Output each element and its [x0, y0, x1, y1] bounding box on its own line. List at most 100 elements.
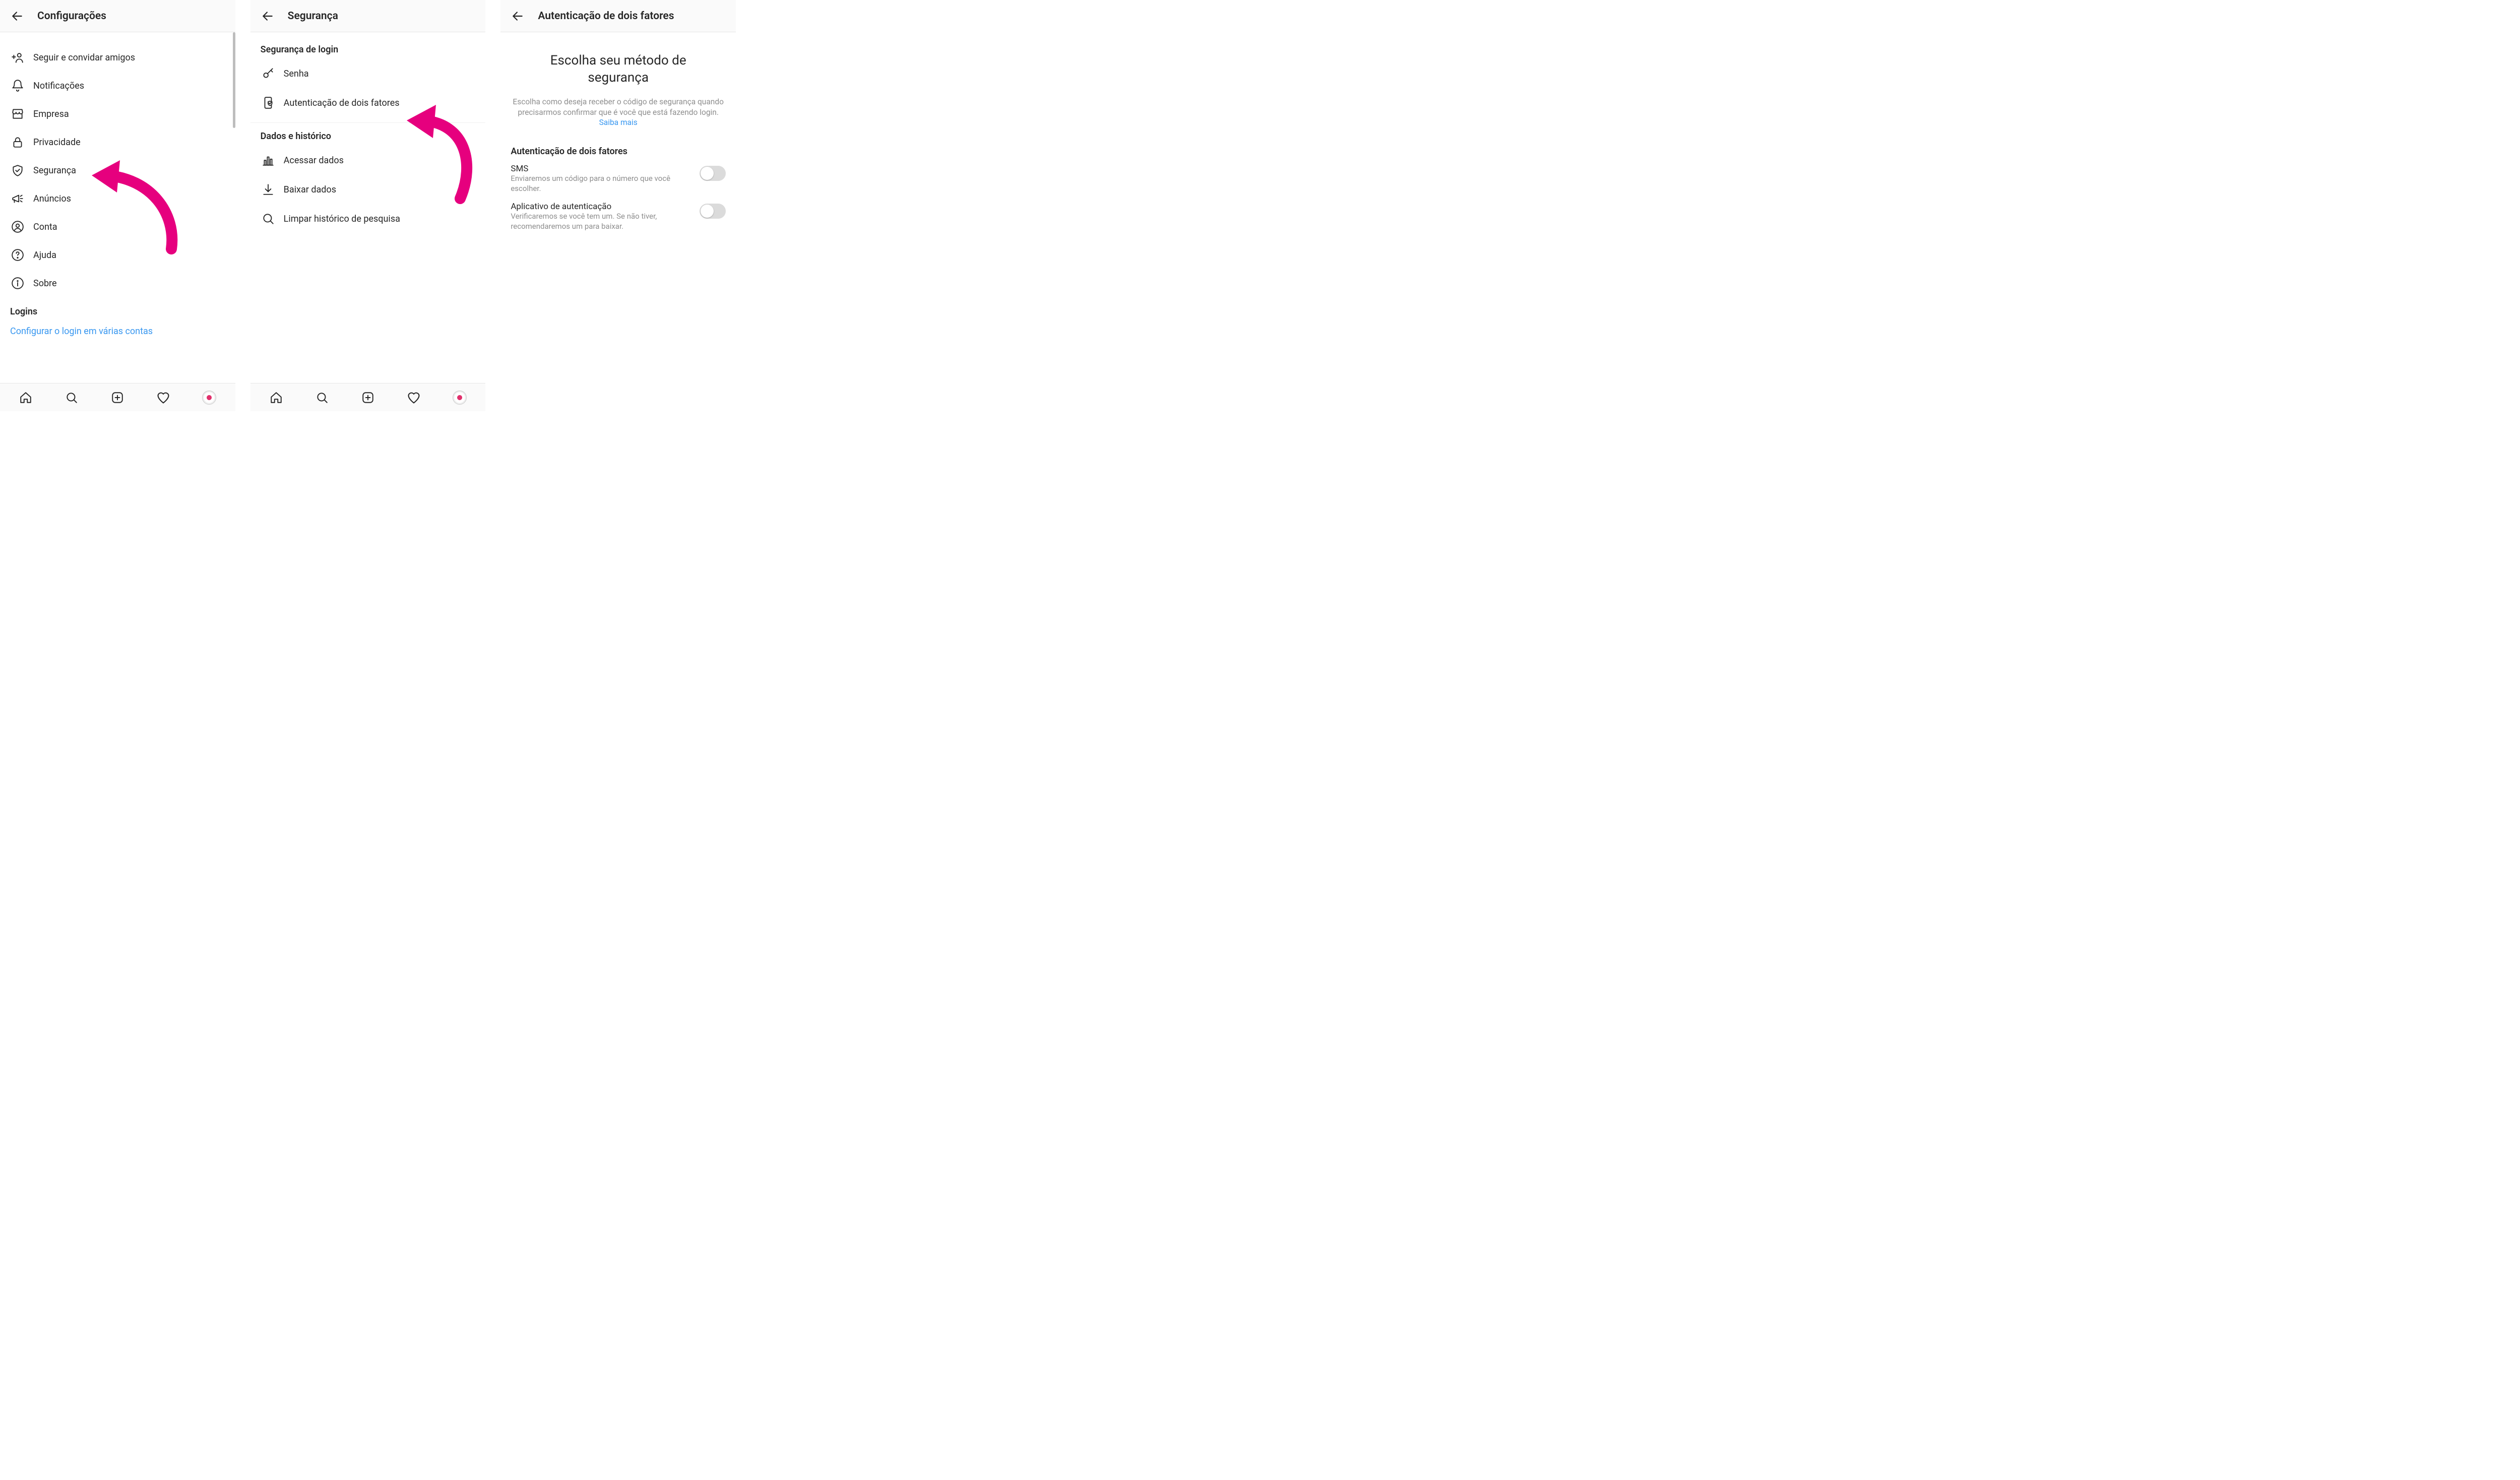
nav-search[interactable] — [312, 388, 332, 408]
arrow-left-icon — [511, 10, 524, 23]
security-item-download-data[interactable]: Baixar dados — [250, 175, 486, 204]
security-item-label: Autenticação de dois fatores — [284, 98, 400, 108]
settings-item-security[interactable]: Segurança — [0, 156, 235, 184]
nav-new-post[interactable] — [107, 388, 128, 408]
app-toggle[interactable] — [700, 204, 726, 219]
settings-item-privacy[interactable]: Privacidade — [0, 128, 235, 156]
bell-icon — [10, 78, 25, 93]
nav-new-post[interactable] — [358, 388, 378, 408]
security-item-two-factor[interactable]: Autenticação de dois fatores — [250, 88, 486, 117]
security-item-label: Limpar histórico de pesquisa — [284, 214, 400, 224]
app-option-sub: Verificaremos se você tem um. Se não tiv… — [511, 212, 700, 231]
hero-line1: Escolha seu método de — [550, 53, 686, 68]
key-icon — [261, 66, 276, 81]
settings-list: Seguir e convidar amigos Notificações Em… — [0, 32, 235, 344]
profile-avatar-icon — [202, 391, 216, 405]
divider — [250, 122, 486, 123]
shield-check-icon — [10, 163, 25, 178]
screen-two-factor: Autenticação de dois fatores Escolha seu… — [500, 0, 736, 411]
settings-item-about[interactable]: Sobre — [0, 269, 235, 297]
sms-option-sub: Enviaremos um código para o número que v… — [511, 174, 700, 194]
help-circle-icon — [10, 247, 25, 263]
page-title: Configurações — [37, 10, 106, 22]
security-item-label: Senha — [284, 69, 309, 79]
multi-account-login-link[interactable]: Configurar o login em várias contas — [0, 319, 235, 344]
content-area: Escolha seu método de segurança Escolha … — [500, 32, 736, 411]
hero-description-text: Escolha como deseja receber o código de … — [513, 97, 724, 117]
megaphone-icon — [10, 191, 25, 206]
settings-item-business[interactable]: Empresa — [0, 100, 235, 128]
settings-item-ads[interactable]: Anúncios — [0, 184, 235, 213]
two-factor-option-sms: SMS Enviaremos um código para o número q… — [500, 161, 736, 197]
app-option-title: Aplicativo de autenticação — [511, 202, 700, 212]
hero-description: Escolha como deseja receber o código de … — [500, 92, 736, 128]
settings-item-follow-invite[interactable]: Seguir e convidar amigos — [0, 43, 235, 72]
settings-item-help[interactable]: Ajuda — [0, 241, 235, 269]
storefront-icon — [10, 106, 25, 121]
nav-profile[interactable] — [450, 388, 470, 408]
lock-icon — [10, 135, 25, 150]
content-area: Segurança de login Senha Autenticação de… — [250, 32, 486, 383]
download-icon — [261, 182, 276, 197]
info-circle-icon — [10, 276, 25, 291]
settings-item-label: Conta — [33, 222, 57, 232]
back-button[interactable] — [257, 5, 279, 27]
hero-heading: Escolha seu método de segurança — [500, 32, 736, 92]
settings-item-label: Sobre — [33, 278, 57, 289]
back-button[interactable] — [6, 5, 28, 27]
sms-option-title: SMS — [511, 164, 700, 174]
nav-search[interactable] — [61, 388, 82, 408]
heart-icon — [156, 391, 170, 405]
search-icon — [65, 391, 78, 404]
topbar: Segurança — [250, 0, 486, 32]
hero-line2: segurança — [588, 70, 649, 85]
add-user-icon — [10, 50, 25, 65]
settings-item-label: Notificações — [33, 81, 84, 91]
security-item-access-data[interactable]: Acessar dados — [250, 146, 486, 175]
search-icon — [261, 211, 276, 226]
nav-profile[interactable] — [199, 388, 219, 408]
nav-home[interactable] — [266, 388, 286, 408]
home-icon — [19, 391, 32, 404]
security-item-clear-search[interactable]: Limpar histórico de pesquisa — [250, 204, 486, 233]
profile-avatar-icon — [453, 391, 467, 405]
data-history-heading: Dados e histórico — [250, 128, 486, 146]
settings-item-label: Seguir e convidar amigos — [33, 52, 135, 63]
logins-section-label: Logins — [0, 297, 235, 319]
two-factor-section-title: Autenticação de dois fatores — [500, 128, 736, 161]
home-icon — [270, 391, 283, 404]
back-button[interactable] — [507, 5, 529, 27]
nav-activity[interactable] — [153, 388, 173, 408]
screen-security: Segurança Segurança de login Senha Auten… — [250, 0, 486, 411]
page-title: Autenticação de dois fatores — [538, 10, 674, 22]
nav-activity[interactable] — [404, 388, 424, 408]
user-circle-icon — [10, 219, 25, 234]
settings-item-notifications[interactable]: Notificações — [0, 72, 235, 100]
arrow-left-icon — [261, 10, 274, 23]
settings-item-account[interactable]: Conta — [0, 213, 235, 241]
plus-square-icon — [111, 391, 124, 404]
topbar: Autenticação de dois fatores — [500, 0, 736, 32]
settings-item-label: Segurança — [33, 165, 76, 176]
bar-chart-icon — [261, 153, 276, 168]
topbar: Configurações — [0, 0, 235, 32]
security-item-label: Acessar dados — [284, 155, 344, 166]
two-factor-option-app: Aplicativo de autenticação Verificaremos… — [500, 199, 736, 234]
plus-square-icon — [361, 391, 374, 404]
sms-toggle[interactable] — [700, 166, 726, 181]
login-security-heading: Segurança de login — [250, 32, 486, 59]
security-item-label: Baixar dados — [284, 184, 336, 195]
settings-item-label: Empresa — [33, 109, 69, 119]
phone-shield-icon — [261, 95, 276, 110]
learn-more-link[interactable]: Saiba mais — [599, 118, 638, 127]
content-area: Seguir e convidar amigos Notificações Em… — [0, 32, 235, 383]
settings-item-label: Ajuda — [33, 250, 56, 261]
bottom-nav — [0, 383, 235, 411]
scrollbar[interactable] — [233, 32, 235, 128]
nav-home[interactable] — [16, 388, 36, 408]
security-item-password[interactable]: Senha — [250, 59, 486, 88]
screen-settings: Configurações Seguir e convidar amigos N… — [0, 0, 235, 411]
page-title: Segurança — [288, 10, 338, 22]
heart-icon — [407, 391, 421, 405]
search-icon — [316, 391, 329, 404]
